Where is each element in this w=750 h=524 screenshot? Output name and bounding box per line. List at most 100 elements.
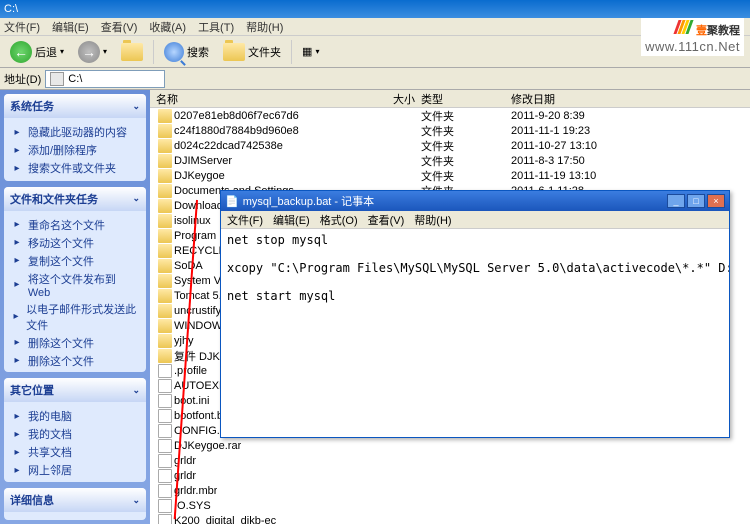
- file-icon: [158, 484, 172, 498]
- file-name: DJKeygoe.rar: [174, 440, 241, 452]
- views-button[interactable]: ▦ ▾: [298, 39, 323, 65]
- file-row[interactable]: grldr: [150, 453, 750, 468]
- folder-icon: [158, 184, 172, 198]
- chevron-icon: ⌄: [132, 193, 140, 204]
- notepad-titlebar[interactable]: 📄 mysql_backup.bat - 记事本 _ □ ×: [221, 191, 729, 211]
- col-name[interactable]: 名称: [150, 91, 340, 107]
- col-size[interactable]: 大小: [340, 91, 415, 107]
- sidebar-task-link[interactable]: ▸添加/删除程序: [10, 142, 140, 158]
- column-headers: 名称 大小 类型 修改日期: [150, 90, 750, 108]
- sidebar-task-link[interactable]: ▸移动这个文件: [10, 235, 140, 251]
- logo-text-main: 聚教程: [707, 25, 740, 37]
- menu-favorites[interactable]: 收藏(A): [149, 19, 186, 35]
- sidebar-task-link[interactable]: ▸复制这个文件: [10, 253, 140, 269]
- file-row[interactable]: IO.SYS: [150, 498, 750, 513]
- file-row[interactable]: 0207e81eb8d06f7ec67d6文件夹2011-9-20 8:39: [150, 108, 750, 123]
- address-input[interactable]: C:\: [45, 70, 165, 88]
- chevron-icon: ⌄: [132, 385, 140, 396]
- file-name: grldr: [174, 455, 196, 467]
- menu-tools[interactable]: 工具(T): [198, 19, 234, 35]
- folders-label: 文件夹: [248, 44, 281, 60]
- file-icon: [158, 424, 172, 438]
- up-button[interactable]: [117, 39, 147, 65]
- sidebar-task-link[interactable]: ▸重命名这个文件: [10, 217, 140, 233]
- maximize-button[interactable]: □: [687, 194, 705, 208]
- sidebar-panel: 系统任务⌄ ▸隐藏此驱动器的内容 ▸添加/删除程序 ▸搜索文件或文件夹: [4, 94, 146, 181]
- explorer-titlebar[interactable]: C:\: [0, 0, 750, 18]
- search-button[interactable]: 搜索: [160, 39, 213, 65]
- file-date: 2011-8-3 17:50: [505, 155, 750, 167]
- panel-body: [4, 512, 146, 520]
- np-menu-edit[interactable]: 编辑(E): [273, 212, 310, 228]
- panel-title: 文件和文件夹任务: [10, 191, 98, 207]
- chevron-icon: ⌄: [132, 495, 140, 506]
- notepad-textarea[interactable]: net stop mysql xcopy "C:\Program Files\M…: [221, 229, 729, 437]
- sidebar-task-link[interactable]: ▸网上邻居: [10, 462, 140, 478]
- sidebar-task-link[interactable]: ▸我的电脑: [10, 408, 140, 424]
- task-icon: ▸: [10, 125, 24, 139]
- logo-stripes-icon: [676, 20, 692, 37]
- task-label: 删除这个文件: [28, 335, 94, 351]
- folder-icon: [158, 139, 172, 153]
- np-menu-view[interactable]: 查看(V): [368, 212, 405, 228]
- chevron-down-icon: ▾: [103, 47, 107, 56]
- back-button[interactable]: ← 后退 ▾: [6, 39, 68, 65]
- close-button[interactable]: ×: [707, 194, 725, 208]
- folder-icon: [158, 349, 172, 363]
- folder-icon: [158, 334, 172, 348]
- task-label: 删除这个文件: [28, 353, 94, 369]
- logo-url: www.111cn.Net: [645, 39, 740, 54]
- sidebar-task-link[interactable]: ▸将这个文件发布到 Web: [10, 271, 140, 299]
- file-name: 0207e81eb8d06f7ec67d6: [174, 110, 299, 122]
- notepad-menubar: 文件(F) 编辑(E) 格式(O) 查看(V) 帮助(H): [221, 211, 729, 229]
- sidebar-task-link[interactable]: ▸搜索文件或文件夹: [10, 160, 140, 176]
- task-icon: ▸: [10, 161, 24, 175]
- menu-edit[interactable]: 编辑(E): [52, 19, 89, 35]
- file-icon: [158, 514, 172, 524]
- folder-icon: [223, 43, 245, 61]
- separator: [153, 40, 154, 64]
- file-row[interactable]: DJKeygoe文件夹2011-11-19 13:10: [150, 168, 750, 183]
- folders-button[interactable]: 文件夹: [219, 39, 285, 65]
- sidebar-task-link[interactable]: ▸隐藏此驱动器的内容: [10, 124, 140, 140]
- file-icon: [158, 439, 172, 453]
- panel-title: 系统任务: [10, 98, 54, 114]
- notepad-icon: 📄: [225, 195, 239, 208]
- sidebar-task-link[interactable]: ▸删除这个文件: [10, 353, 140, 369]
- col-type[interactable]: 类型: [415, 91, 505, 107]
- notepad-window[interactable]: 📄 mysql_backup.bat - 记事本 _ □ × 文件(F) 编辑(…: [220, 190, 730, 438]
- minimize-button[interactable]: _: [667, 194, 685, 208]
- file-row[interactable]: DJIMServer文件夹2011-8-3 17:50: [150, 153, 750, 168]
- panel-header[interactable]: 文件和文件夹任务 ⌄: [4, 187, 146, 211]
- panel-header[interactable]: 详细信息⌄: [4, 488, 146, 512]
- file-icon: [158, 454, 172, 468]
- np-menu-help[interactable]: 帮助(H): [414, 212, 451, 228]
- sidebar-task-link[interactable]: ▸删除这个文件: [10, 335, 140, 351]
- menu-file[interactable]: 文件(F): [4, 19, 40, 35]
- folder-icon: [158, 229, 172, 243]
- col-date[interactable]: 修改日期: [505, 91, 750, 107]
- file-row[interactable]: DJKeygoe.rar: [150, 438, 750, 453]
- file-row[interactable]: c24f1880d7884b9d960e8文件夹2011-11-1 19:23: [150, 123, 750, 138]
- file-type: 文件夹: [415, 123, 505, 139]
- np-menu-format[interactable]: 格式(O): [320, 212, 358, 228]
- sidebar-task-link[interactable]: ▸以电子邮件形式发送此文件: [10, 301, 140, 333]
- file-row[interactable]: K200_digital_djkb-ec: [150, 513, 750, 524]
- forward-button[interactable]: → ▾: [74, 39, 111, 65]
- file-row[interactable]: grldr: [150, 468, 750, 483]
- menu-view[interactable]: 查看(V): [101, 19, 138, 35]
- folder-icon: [158, 154, 172, 168]
- sidebar-task-link[interactable]: ▸我的文档: [10, 426, 140, 442]
- np-menu-file[interactable]: 文件(F): [227, 212, 263, 228]
- panel-body: ▸我的电脑 ▸我的文档 ▸共享文档 ▸网上邻居: [4, 402, 146, 482]
- forward-icon: →: [78, 41, 100, 63]
- task-label: 网上邻居: [28, 462, 72, 478]
- chevron-down-icon: ▾: [60, 47, 64, 56]
- logo-text-accent: 壹: [696, 25, 707, 37]
- file-row[interactable]: grldr.mbr: [150, 483, 750, 498]
- sidebar-task-link[interactable]: ▸共享文档: [10, 444, 140, 460]
- menu-help[interactable]: 帮助(H): [246, 19, 283, 35]
- file-row[interactable]: d024c22dcad742538e文件夹2011-10-27 13:10: [150, 138, 750, 153]
- panel-header[interactable]: 其它位置⌄: [4, 378, 146, 402]
- panel-header[interactable]: 系统任务⌄: [4, 94, 146, 118]
